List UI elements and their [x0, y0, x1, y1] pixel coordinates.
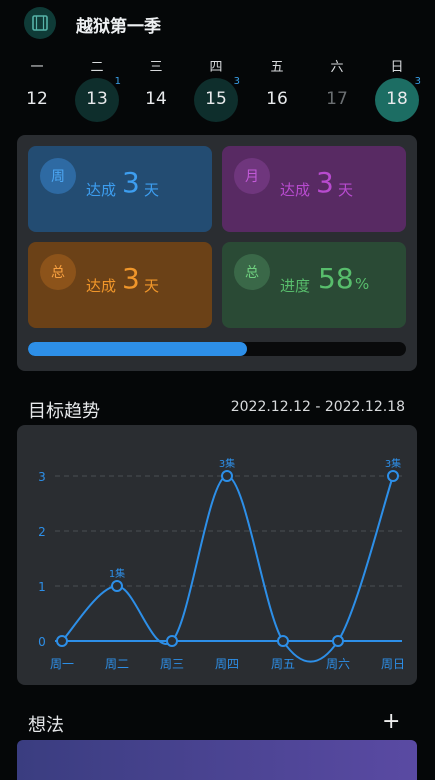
- weekday-label: 日: [390, 60, 404, 75]
- trend-date-range[interactable]: 2022.12.12 - 2022.12.18: [231, 399, 405, 415]
- total-card: 总 达成 3 天: [28, 242, 212, 328]
- weekday-label: 五: [270, 60, 284, 75]
- date-cell[interactable]: 17: [315, 78, 359, 122]
- month-tag: 月: [234, 158, 270, 194]
- date-cell[interactable]: 13 1: [75, 76, 121, 122]
- total-tag: 总: [40, 254, 76, 290]
- y-tick-label: 0: [38, 635, 46, 649]
- data-point: [332, 635, 344, 647]
- date-number: 14: [145, 89, 167, 109]
- date-cell[interactable]: 16: [255, 78, 299, 122]
- x-tick-label: 周五: [271, 657, 295, 671]
- weekday-label: 三: [149, 60, 163, 75]
- ideas-title: 想法: [28, 715, 64, 736]
- date-badge: 3: [414, 76, 421, 87]
- date-number: 16: [266, 89, 288, 109]
- y-tick-label: 2: [38, 525, 46, 539]
- week-unit: 天: [144, 181, 160, 199]
- month-label: 达成: [280, 181, 311, 199]
- total-unit: 天: [144, 277, 160, 295]
- date-number: 15: [205, 89, 227, 109]
- x-tick-label: 周六: [326, 657, 350, 671]
- date-cell[interactable]: 12: [15, 78, 59, 122]
- progress-unit: %: [355, 275, 370, 293]
- progress-label: 进度: [280, 277, 311, 295]
- stats-panel: 周 达成 3 天 月 达成 3 天 总 达成 3 天 总 进度 58 %: [17, 135, 417, 371]
- progress-bar-fill: [28, 342, 248, 356]
- progress-bar: [28, 342, 406, 356]
- trend-title: 目标趋势: [28, 401, 100, 422]
- trend-chart: 0 1 2 3 周一 1集周二 周三 3集周四 周五 周六 3集周日: [17, 425, 417, 685]
- date-number: 13: [86, 89, 108, 109]
- data-point: [56, 635, 68, 647]
- week-label: 达成: [86, 181, 117, 199]
- date-badge: 3: [233, 76, 240, 87]
- total-value: 3: [122, 262, 140, 295]
- progress-card: 总 进度 58 %: [222, 242, 406, 328]
- week-tag: 周: [40, 158, 76, 194]
- total-label: 达成: [86, 277, 117, 295]
- weekday-label: 六: [330, 60, 344, 75]
- page-title: 越狱第一季: [76, 17, 161, 37]
- date-number: 17: [326, 89, 348, 109]
- data-label: 3集: [385, 457, 401, 470]
- x-tick-label: 周二: [105, 657, 129, 671]
- data-point: [387, 470, 399, 482]
- month-unit: 天: [338, 181, 354, 199]
- month-card: 月 达成 3 天: [222, 146, 406, 232]
- weekday-label: 四: [209, 60, 223, 75]
- x-tick-label: 周日: [381, 657, 405, 671]
- date-number: 18: [386, 89, 408, 109]
- week-value: 3: [122, 166, 140, 199]
- data-label: 1集: [109, 567, 125, 580]
- data-point: [221, 470, 233, 482]
- x-tick-label: 周一: [50, 657, 74, 671]
- date-badge: 1: [114, 76, 121, 87]
- month-value: 3: [316, 166, 334, 199]
- y-tick-label: 3: [38, 470, 46, 484]
- idea-card[interactable]: [17, 740, 417, 780]
- date-cell[interactable]: 15 3: [194, 76, 240, 122]
- film-icon[interactable]: [24, 7, 56, 39]
- data-point: [111, 580, 123, 592]
- y-tick-label: 1: [38, 580, 46, 594]
- weekday-label: 二: [90, 60, 104, 75]
- plus-icon[interactable]: +: [382, 709, 400, 734]
- data-point: [277, 635, 289, 647]
- x-tick-label: 周四: [215, 657, 239, 671]
- progress-value: 58: [318, 262, 354, 295]
- trend-chart-svg: 0 1 2 3 周一 1集周二 周三 3集周四 周五 周六 3集周日: [38, 457, 405, 671]
- data-point: [166, 635, 178, 647]
- date-number: 12: [26, 89, 48, 109]
- data-label: 3集: [219, 457, 235, 470]
- week-card: 周 达成 3 天: [28, 146, 212, 232]
- date-cell[interactable]: 14: [134, 78, 178, 122]
- header: 越狱第一季: [0, 0, 435, 48]
- progress-tag: 总: [234, 254, 270, 290]
- date-cell[interactable]: 18 3: [375, 76, 421, 122]
- weekday-label: 一: [30, 60, 44, 75]
- x-tick-label: 周三: [160, 657, 184, 671]
